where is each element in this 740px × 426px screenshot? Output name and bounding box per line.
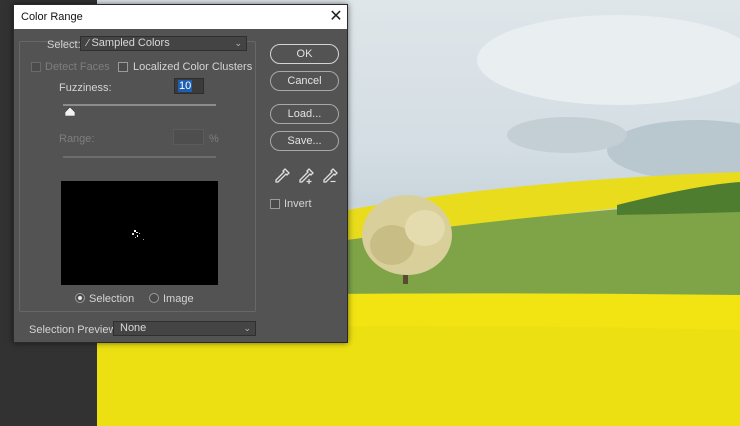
range-unit: % <box>209 133 219 145</box>
chevron-down-icon: ⌄ <box>234 38 242 48</box>
close-icon[interactable]: ✕ <box>325 5 347 29</box>
eyedropper-minus-icon[interactable] <box>321 167 339 185</box>
invert-label: Invert <box>284 198 312 210</box>
detect-faces-label: Detect Faces <box>45 61 110 73</box>
eyedropper-plus-icon[interactable] <box>297 167 315 185</box>
select-value: Sampled Colors <box>91 37 170 49</box>
selection-radio[interactable] <box>75 293 85 303</box>
range-label: Range: <box>59 133 95 145</box>
dialog-title: Color Range <box>21 11 83 23</box>
selection-radio-label: Selection <box>89 293 135 305</box>
fuzziness-slider-track[interactable] <box>63 104 216 106</box>
fuzziness-input[interactable]: 10 <box>174 78 204 94</box>
select-dropdown[interactable]: ⁄ Sampled Colors ⌄ <box>80 36 247 51</box>
ok-button[interactable]: OK <box>270 44 339 64</box>
range-slider-track[interactable] <box>63 156 216 158</box>
chevron-down-icon: ⌄ <box>243 323 251 333</box>
cancel-button[interactable]: Cancel <box>270 71 339 91</box>
localized-clusters-label: Localized Color Clusters <box>133 61 253 73</box>
image-radio-label: Image <box>163 293 194 305</box>
selection-preview-label: Selection Preview: <box>29 324 120 336</box>
fuzziness-value: 10 <box>178 80 193 92</box>
selection-preview-thumbnail <box>61 181 218 285</box>
load-button[interactable]: Load... <box>270 104 339 124</box>
detect-faces-checkbox[interactable] <box>31 62 41 72</box>
fuzziness-label: Fuzziness: <box>59 82 112 94</box>
range-input[interactable] <box>173 129 204 145</box>
invert-checkbox[interactable] <box>270 199 280 209</box>
selection-preview-dropdown[interactable]: None ⌄ <box>113 321 256 336</box>
selection-preview-value: None <box>120 322 147 334</box>
color-range-dialog: Color Range ✕ Select: ⁄ Sampled Colors ⌄… <box>13 4 348 343</box>
select-label: Select: <box>47 39 81 51</box>
localized-clusters-checkbox[interactable] <box>118 62 128 72</box>
save-button[interactable]: Save... <box>270 131 339 151</box>
eyedropper-icon[interactable] <box>273 167 291 185</box>
image-radio[interactable] <box>149 293 159 303</box>
dialog-titlebar: Color Range ✕ <box>14 5 347 29</box>
